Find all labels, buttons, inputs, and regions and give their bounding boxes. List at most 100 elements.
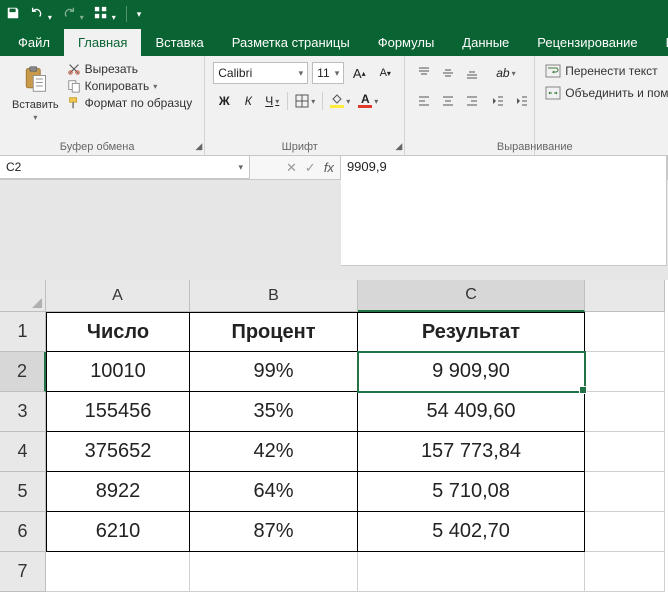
cell-A3[interactable]: 155456: [46, 392, 190, 432]
cell-A7[interactable]: [46, 552, 190, 592]
name-box-value: C2: [6, 160, 21, 174]
align-top-button[interactable]: [413, 62, 435, 84]
row-header-6[interactable]: 6: [0, 512, 46, 552]
group-wrap-merge: Перенести текст Объединить и помес: [535, 56, 668, 155]
cell-B1[interactable]: Процент: [190, 312, 358, 352]
cell-D6[interactable]: [585, 512, 665, 552]
row-header-5[interactable]: 5: [0, 472, 46, 512]
cell-D7[interactable]: [585, 552, 665, 592]
cell-B3[interactable]: 35%: [190, 392, 358, 432]
clipboard-dialog-launcher[interactable]: ◢: [195, 141, 202, 152]
tab-view[interactable]: Вид: [652, 29, 668, 56]
formula-bar: C2 ▾ ✕ ✓ fx 9909,9: [0, 156, 668, 180]
col-header-A[interactable]: A: [46, 280, 190, 312]
decrease-font-button[interactable]: A▾: [374, 62, 396, 84]
cell-B2[interactable]: 99%: [190, 352, 358, 392]
cell-C5[interactable]: 5 710,08: [358, 472, 585, 512]
increase-font-button[interactable]: A▴: [348, 62, 370, 84]
tab-insert[interactable]: Вставка: [141, 29, 217, 56]
tab-data[interactable]: Данные: [448, 29, 523, 56]
row-header-2[interactable]: 2: [0, 352, 46, 392]
row-header-4[interactable]: 4: [0, 432, 46, 472]
align-right-button[interactable]: [461, 90, 483, 112]
cell-C6[interactable]: 5 402,70: [358, 512, 585, 552]
cell-D5[interactable]: [585, 472, 665, 512]
underline-button[interactable]: Ч▾: [261, 90, 283, 112]
cell-D3[interactable]: [585, 392, 665, 432]
touch-mode-icon[interactable]: ▾: [94, 6, 116, 23]
row-header-7[interactable]: 7: [0, 552, 46, 592]
cell-D2[interactable]: [585, 352, 665, 392]
cell-C1[interactable]: Результат: [358, 312, 585, 352]
format-painter-button[interactable]: Формат по образцу: [67, 96, 193, 110]
font-name-combo[interactable]: Calibri▾: [213, 62, 308, 84]
cell-B4[interactable]: 42%: [190, 432, 358, 472]
cell-A4[interactable]: 375652: [46, 432, 190, 472]
tab-review[interactable]: Рецензирование: [523, 29, 651, 56]
align-center-button[interactable]: [437, 90, 459, 112]
fill-color-button[interactable]: ▾: [327, 90, 353, 112]
cell-C2[interactable]: 9 909,90: [358, 352, 585, 392]
cell-C7[interactable]: [358, 552, 585, 592]
col-header-D[interactable]: [585, 280, 665, 312]
insert-function-icon[interactable]: fx: [324, 160, 334, 175]
tab-page-layout[interactable]: Разметка страницы: [218, 29, 364, 56]
paste-button[interactable]: Вставить ▾: [8, 60, 63, 134]
worksheet-grid[interactable]: A B C 1 2 3 4 5 6 7 Число Процент Резуль…: [0, 280, 668, 608]
copy-button[interactable]: Копировать ▾: [67, 79, 193, 93]
wrap-text-button[interactable]: Перенести текст: [543, 60, 668, 82]
cell-B5[interactable]: 64%: [190, 472, 358, 512]
tab-formulas[interactable]: Формулы: [364, 29, 449, 56]
group-alignment: ab▾ Выравнивание: [405, 56, 535, 155]
col-header-C[interactable]: C: [358, 280, 585, 312]
quick-access-toolbar: ▾ ▾ ▾ ▾: [0, 0, 668, 28]
cell-A6[interactable]: 6210: [46, 512, 190, 552]
undo-icon[interactable]: ▾: [30, 6, 52, 23]
tab-home[interactable]: Главная: [64, 29, 141, 56]
orientation-button[interactable]: ab▾: [493, 62, 518, 84]
font-color-button[interactable]: A▾: [355, 90, 381, 112]
group-font: Calibri▾ 11▾ A▴ A▾ Ж К Ч▾ ▾ ▾ A▾ Шрифт ◢: [205, 56, 405, 155]
format-painter-label: Формат по образцу: [85, 96, 193, 110]
bold-button[interactable]: Ж: [213, 90, 235, 112]
cell-D1[interactable]: [585, 312, 665, 352]
select-all-corner[interactable]: [0, 280, 46, 312]
name-box[interactable]: C2 ▾: [0, 156, 250, 179]
cell-C4[interactable]: 157 773,84: [358, 432, 585, 472]
redo-icon[interactable]: ▾: [62, 6, 84, 23]
merge-cells-button[interactable]: Объединить и помес: [543, 82, 668, 104]
formula-value: 9909,9: [347, 159, 387, 174]
cell-C3[interactable]: 54 409,60: [358, 392, 585, 432]
decrease-indent-button[interactable]: [487, 90, 509, 112]
borders-button[interactable]: ▾: [292, 90, 318, 112]
align-left-button[interactable]: [413, 90, 435, 112]
paste-icon: [21, 64, 49, 97]
italic-button[interactable]: К: [237, 90, 259, 112]
align-bottom-button[interactable]: [461, 62, 483, 84]
font-size-combo[interactable]: 11▾: [312, 62, 344, 84]
cancel-formula-icon[interactable]: ✕: [286, 160, 297, 176]
cell-B6[interactable]: 87%: [190, 512, 358, 552]
ribbon-tabs: Файл Главная Вставка Разметка страницы Ф…: [0, 28, 668, 56]
ribbon: Вставить ▾ Вырезать Копировать ▾ Формат …: [0, 56, 668, 156]
font-dialog-launcher[interactable]: ◢: [395, 141, 402, 152]
cell-B7[interactable]: [190, 552, 358, 592]
align-middle-button[interactable]: [437, 62, 459, 84]
save-icon[interactable]: [6, 6, 20, 23]
name-box-dropdown-icon[interactable]: ▾: [238, 162, 243, 173]
tab-file[interactable]: Файл: [4, 29, 64, 56]
wrap-text-label: Перенести текст: [565, 64, 657, 78]
cut-button[interactable]: Вырезать: [67, 62, 193, 76]
row-header-3[interactable]: 3: [0, 392, 46, 432]
copy-label: Копировать: [85, 79, 150, 93]
cell-D4[interactable]: [585, 432, 665, 472]
col-header-B[interactable]: B: [190, 280, 358, 312]
cell-A2[interactable]: 10010: [46, 352, 190, 392]
qat-customize-icon[interactable]: ▾: [137, 9, 142, 20]
formula-input[interactable]: 9909,9: [341, 156, 667, 266]
row-header-1[interactable]: 1: [0, 312, 46, 352]
enter-formula-icon[interactable]: ✓: [305, 160, 316, 176]
cell-A1[interactable]: Число: [46, 312, 190, 352]
increase-indent-button[interactable]: [511, 90, 533, 112]
cell-A5[interactable]: 8922: [46, 472, 190, 512]
